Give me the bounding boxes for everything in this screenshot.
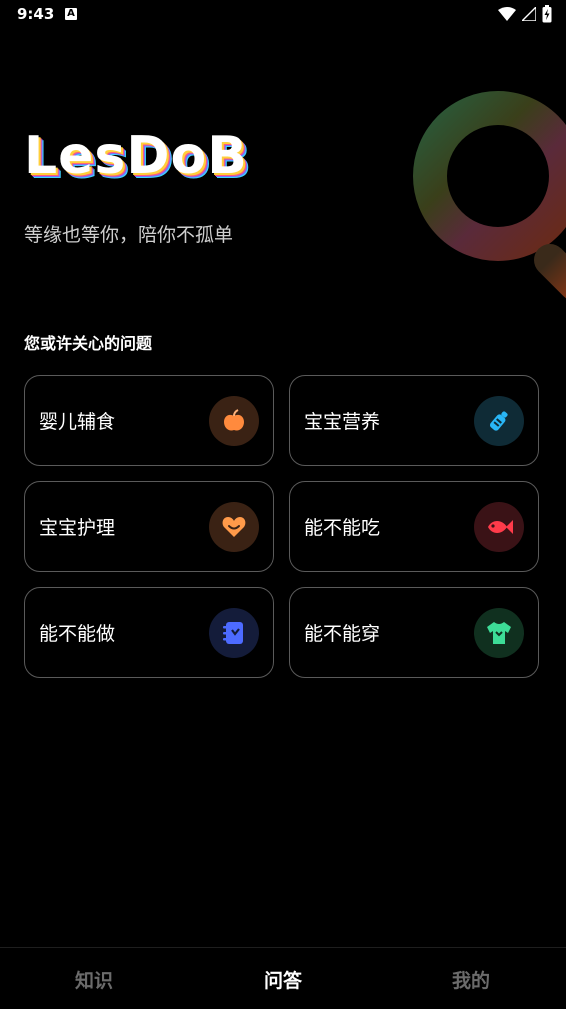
card-label: 婴儿辅食 — [39, 411, 116, 433]
card-baby-care[interactable]: 宝宝护理 — [24, 481, 274, 572]
card-label: 宝宝护理 — [39, 517, 116, 539]
baby-bottle-icon — [474, 395, 524, 446]
card-label: 能不能做 — [39, 623, 116, 645]
tab-qa[interactable]: 问答 — [264, 966, 302, 993]
cell-signal-icon — [522, 7, 536, 21]
tab-mine[interactable]: 我的 — [452, 966, 490, 993]
card-can-eat[interactable]: 能不能吃 — [289, 481, 539, 572]
card-can-wear[interactable]: 能不能穿 — [289, 587, 539, 678]
battery-charging-icon — [542, 5, 552, 23]
heart-icon — [209, 501, 259, 552]
card-label: 宝宝营养 — [304, 411, 381, 433]
tab-knowledge[interactable]: 知识 — [75, 966, 113, 993]
tshirt-icon — [474, 607, 524, 658]
section-title: 您或许关心的问题 — [24, 334, 153, 353]
card-label: 能不能吃 — [304, 517, 381, 539]
fish-icon — [474, 501, 524, 552]
notebook-icon — [209, 607, 259, 658]
card-baby-nutrition[interactable]: 宝宝营养 — [289, 375, 539, 466]
card-can-do[interactable]: 能不能做 — [24, 587, 274, 678]
status-time: 9:43 — [17, 5, 55, 23]
slogan: 等缘也等你，陪你不孤单 — [24, 224, 234, 246]
status-bar: 9:43 A — [0, 0, 566, 30]
bottom-nav: 知识 问答 我的 — [0, 947, 566, 1009]
card-baby-food[interactable]: 婴儿辅食 — [24, 375, 274, 466]
apple-icon — [209, 395, 259, 446]
notification-a-icon: A — [65, 8, 77, 20]
logo-text: LesDoB — [24, 126, 248, 186]
status-icons — [498, 5, 552, 23]
wifi-icon — [498, 7, 516, 21]
app-logo: LesDoB — [24, 126, 284, 192]
magnifier-decoration-icon — [413, 91, 566, 299]
card-label: 能不能穿 — [304, 623, 381, 645]
